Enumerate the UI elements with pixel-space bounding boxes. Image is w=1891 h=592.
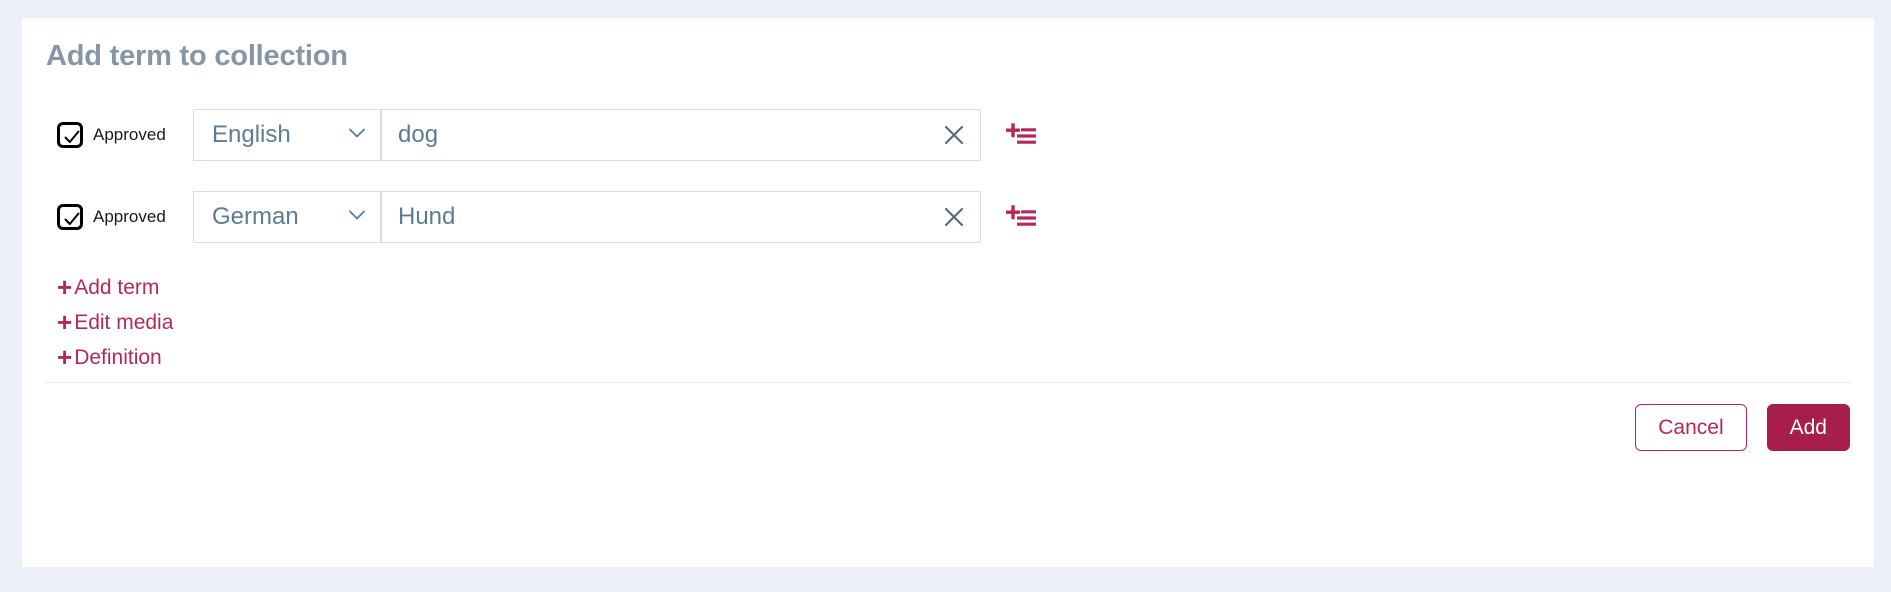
term-input-0[interactable]	[382, 110, 980, 160]
add-term-link[interactable]: + Add term	[57, 274, 159, 300]
approved-label-0: Approved	[93, 125, 166, 144]
plus-icon: +	[57, 272, 73, 302]
language-select-1[interactable]: German	[193, 191, 381, 243]
table-row: Approved German	[22, 188, 1874, 246]
approved-label-1: Approved	[93, 207, 166, 226]
table-row: Approved English	[22, 106, 1874, 164]
term-input-1[interactable]	[382, 192, 980, 242]
term-row-list: Approved English dog Approved German Hun…	[22, 106, 1874, 270]
clear-term-button-0[interactable]	[938, 119, 970, 151]
approved-checkbox-1[interactable]	[57, 204, 83, 230]
footer-divider	[46, 382, 1850, 383]
approved-group-1: Approved	[57, 204, 193, 230]
add-to-list-button-1[interactable]	[1005, 200, 1039, 234]
add-term-dialog: Add term to collection Approved English	[22, 18, 1874, 567]
chevron-down-icon	[348, 126, 366, 144]
language-select-0[interactable]: English	[193, 109, 381, 161]
add-button[interactable]: Add	[1766, 404, 1850, 451]
definition-link[interactable]: + Definition	[57, 344, 162, 370]
clear-term-button-1[interactable]	[938, 201, 970, 233]
term-input-wrapper-1	[381, 191, 981, 243]
check-icon	[64, 212, 80, 225]
add-to-list-button-0[interactable]	[1005, 118, 1039, 152]
close-icon	[944, 207, 964, 227]
cancel-button[interactable]: Cancel	[1635, 404, 1747, 451]
approved-checkbox-0[interactable]	[57, 122, 83, 148]
language-select-value-0: English	[212, 121, 291, 148]
chevron-down-icon	[348, 208, 366, 226]
page-title: Add term to collection	[46, 40, 348, 72]
plus-icon: +	[57, 342, 73, 372]
approved-group-0: Approved	[57, 122, 193, 148]
definition-link-label: Definition	[74, 345, 162, 369]
language-select-value-1: German	[212, 203, 299, 230]
add-to-list-icon	[1006, 123, 1036, 144]
term-input-wrapper-0	[381, 109, 981, 161]
edit-media-link[interactable]: + Edit media	[57, 309, 173, 335]
add-to-list-icon	[1006, 205, 1036, 226]
plus-icon: +	[57, 307, 73, 337]
check-icon	[64, 130, 80, 143]
dialog-link-list: + Add term + Edit media + Definition	[57, 274, 173, 379]
close-icon	[944, 125, 964, 145]
edit-media-link-label: Edit media	[74, 310, 174, 334]
add-term-link-label: Add term	[74, 275, 160, 299]
dialog-footer-actions: Cancel Add	[1635, 404, 1850, 451]
